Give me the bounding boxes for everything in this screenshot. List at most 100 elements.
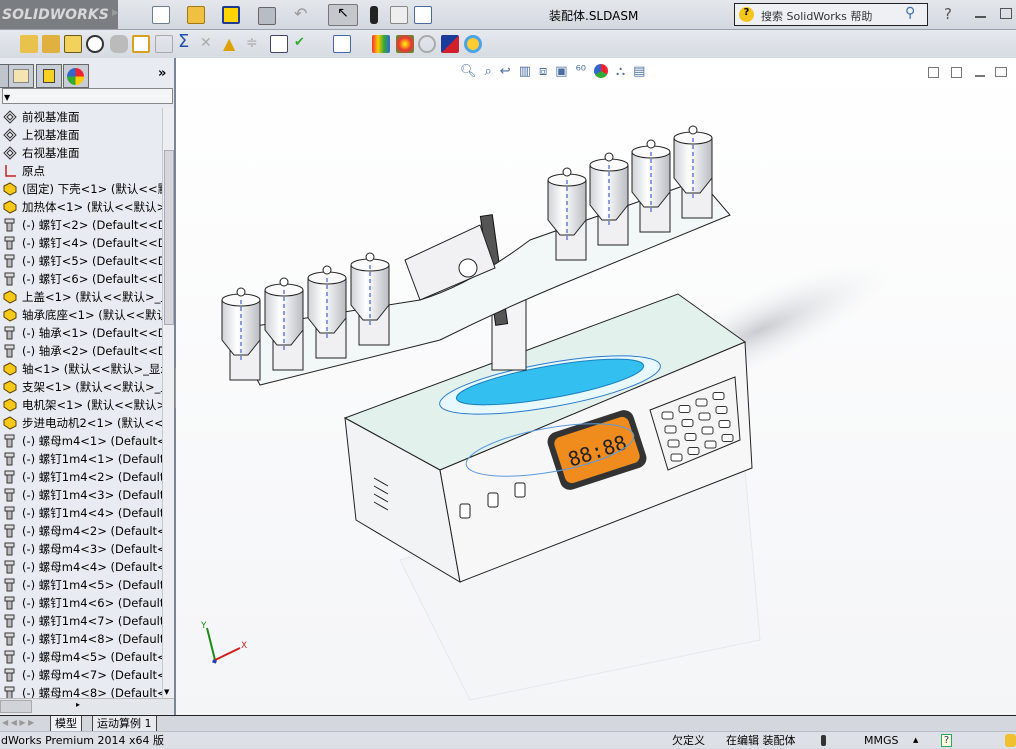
menu-expand-arrow-icon[interactable]: ▶: [112, 8, 119, 18]
zebra-icon[interactable]: [396, 35, 414, 53]
tab-property-manager[interactable]: [8, 64, 34, 88]
open-folder-icon[interactable]: [187, 6, 205, 24]
select-icon[interactable]: ↖: [328, 4, 358, 26]
help-search-box[interactable]: ? 搜索 SolidWorks 帮助 ⚲: [734, 3, 928, 26]
minimize-icon[interactable]: [975, 16, 986, 18]
tab-scroll-arrows-icon[interactable]: ◀ ◀ ▶ ▶: [2, 718, 34, 727]
check-icon[interactable]: [132, 35, 150, 53]
new-document-icon[interactable]: [152, 6, 170, 24]
tree-horizontal-scrollbar[interactable]: ▸: [0, 698, 174, 714]
tree-item[interactable]: (-) 轴承<2> (Default<<Default>_显示状态 1>): [0, 342, 162, 360]
mass-properties-icon[interactable]: [42, 35, 60, 53]
tab-motion-study-1[interactable]: 运动算例 1: [92, 716, 157, 732]
expand-panel-button[interactable]: »: [158, 66, 166, 81]
tree-item[interactable]: (-) 螺母m4<5> (Default<<Default>_显示状态 1>): [0, 648, 162, 666]
units-arrow-icon[interactable]: ▲: [913, 732, 918, 749]
help-menu-button[interactable]: ?: [944, 5, 952, 23]
maximize-icon[interactable]: [1000, 8, 1012, 19]
tree-item[interactable]: 原点: [0, 162, 162, 180]
performance-icon[interactable]: [110, 35, 128, 53]
tab-configuration-manager[interactable]: [36, 64, 62, 88]
tree-item[interactable]: 电机架<1> (默认<<默认>_显示状态 1>): [0, 396, 162, 414]
measure-icon[interactable]: [20, 35, 38, 53]
part-icon: [3, 362, 17, 376]
interference-icon[interactable]: ✕: [200, 35, 218, 53]
tree-vertical-scrollbar[interactable]: ▼: [162, 108, 174, 698]
tree-item[interactable]: 支架<1> (默认<<默认>_显示状态 1>): [0, 378, 162, 396]
tree-item[interactable]: 上盖<1> (默认<<默认>_显示状态 1>): [0, 288, 162, 306]
feature-manager-panel: » ▼ 前视基准面上视基准面右视基准面原点 (固定) 下壳<1> (默认<<默认>…: [0, 58, 176, 715]
solidworks-logo[interactable]: SOLIDWORKS: [0, 0, 118, 29]
rebuild-icon[interactable]: [222, 6, 240, 24]
options-icon[interactable]: [390, 6, 408, 24]
graphics-viewport[interactable]: 🔍︎ ⌕ ↩ ▥ ⧈ ▣ ⁶⁰ ⛬ ▤ 88:88 Y X: [176, 58, 1016, 715]
tree-item[interactable]: (-) 螺母m4<4> (Default<<Default>_显示状态 1>): [0, 558, 162, 576]
scrollbar-thumb[interactable]: [0, 700, 32, 713]
keypad-key: [695, 398, 708, 407]
section-properties-icon[interactable]: [64, 35, 82, 53]
tree-item[interactable]: (固定) 下壳<1> (默认<<默认>_显示状态 1>): [0, 180, 162, 198]
tree-item[interactable]: 轴承底座<1> (默认<<默认>_显示状态 1>): [0, 306, 162, 324]
scroll-down-arrow-icon[interactable]: ▼: [164, 688, 169, 696]
assembly-model[interactable]: 88:88 Y X: [176, 58, 1016, 715]
help-status-button[interactable]: ?: [941, 734, 952, 747]
sum-icon[interactable]: Σ: [178, 33, 196, 51]
tree-item[interactable]: 加热体<1> (默认<<默认>_显示状态 1>): [0, 198, 162, 216]
tree-item[interactable]: (-) 轴承<1> (Default<<Default>_显示状态 1>): [0, 324, 162, 342]
tree-item-label: (-) 螺钉1m4<6> (Default<<Default>_显示状态 1>): [22, 596, 162, 610]
tree-item[interactable]: 轴<1> (默认<<默认>_显示状态 1>): [0, 360, 162, 378]
tree-item[interactable]: (-) 螺钉1m4<1> (Default<<Default>_显示状态 1>): [0, 450, 162, 468]
tree-item[interactable]: (-) 螺母m4<7> (Default<<Default>_显示状态 1>): [0, 666, 162, 684]
tree-item[interactable]: (-) 螺钉1m4<4> (Default<<Default>_显示状态 1>): [0, 504, 162, 522]
screw-icon: [4, 578, 15, 592]
tree-item[interactable]: 前视基准面: [0, 108, 162, 126]
tab-model[interactable]: 模型: [50, 716, 82, 732]
units-button[interactable]: MMGS: [864, 732, 899, 749]
undo-icon[interactable]: ↶: [294, 6, 312, 24]
properties-icon[interactable]: [414, 6, 432, 24]
tree-item-label: 步进电动机2<1> (默认<<默认>_显示状态 1>): [22, 416, 162, 430]
screw-icon: [4, 236, 15, 250]
tree-item[interactable]: (-) 螺钉<5> (Default<<Default>_显示状态 1>): [0, 252, 162, 270]
screw-icon: [4, 560, 15, 574]
part-icon: [3, 416, 17, 430]
search-input[interactable]: 搜索 SolidWorks 帮助: [761, 8, 872, 24]
check-x-icon[interactable]: ✔: [294, 35, 312, 53]
tree-item[interactable]: (-) 螺钉1m4<6> (Default<<Default>_显示状态 1>): [0, 594, 162, 612]
notification-icon[interactable]: [1005, 734, 1016, 747]
product-name: dWorks Premium 2014 x64 版: [1, 734, 165, 747]
tree-item[interactable]: 步进电动机2<1> (默认<<默认>_显示状态 1>): [0, 414, 162, 432]
render-icon[interactable]: [464, 35, 482, 53]
check-circle-icon[interactable]: [418, 35, 436, 53]
tree-item[interactable]: (-) 螺钉1m4<7> (Default<<Default>_显示状态 1>): [0, 612, 162, 630]
tree-item[interactable]: (-) 螺钉<2> (Default<<Default>_显示状态 1>): [0, 216, 162, 234]
tab-display-manager[interactable]: [63, 64, 89, 88]
tree-item[interactable]: (-) 螺母m4<3> (Default<<Default>_显示状态 1>): [0, 540, 162, 558]
tree-item[interactable]: (-) 螺钉1m4<2> (Default<<Default>_显示状态 1>): [0, 468, 162, 486]
scrollbar-thumb[interactable]: [164, 150, 174, 325]
curvature-icon[interactable]: [372, 35, 390, 53]
tree-item[interactable]: (-) 螺钉1m4<3> (Default<<Default>_显示状态 1>): [0, 486, 162, 504]
search-icon[interactable]: ⚲: [905, 5, 915, 21]
appearance-icon[interactable]: [441, 35, 459, 53]
tree-item[interactable]: (-) 螺母m4<1> (Default<<Default>_显示状态 1>): [0, 432, 162, 450]
tree-item[interactable]: (-) 螺钉<6> (Default<<Default>_显示状态 1>): [0, 270, 162, 288]
tree-item[interactable]: 右视基准面: [0, 144, 162, 162]
tree-item[interactable]: (-) 螺母m4<2> (Default<<Default>_显示状态 1>): [0, 522, 162, 540]
tree-item[interactable]: (-) 螺钉1m4<8> (Default<<Default>_显示状态 1>): [0, 630, 162, 648]
table-icon[interactable]: [333, 35, 351, 53]
sensor-icon[interactable]: [86, 35, 104, 53]
warning-icon[interactable]: ▲: [223, 34, 241, 53]
print-icon[interactable]: [258, 7, 276, 25]
tree-item[interactable]: (-) 螺钉<4> (Default<<Default>_显示状态 1>): [0, 234, 162, 252]
traffic-light-icon[interactable]: [370, 6, 378, 24]
clearance-icon[interactable]: ≑: [246, 35, 264, 53]
tree-filter[interactable]: ▼: [2, 88, 173, 104]
scroll-right-arrow-icon[interactable]: ▸: [76, 700, 80, 709]
check-disabled-icon[interactable]: [155, 35, 173, 53]
tree-item-label: (-) 螺钉<2> (Default<<Default>_显示状态 1>): [22, 218, 162, 232]
tree-item[interactable]: (-) 螺母m4<8> (Default<<Default>_显示状态 1>): [0, 684, 162, 698]
tree-item[interactable]: (-) 螺钉1m4<5> (Default<<Default>_显示状态 1>): [0, 576, 162, 594]
compare-icon[interactable]: [270, 35, 288, 53]
tree-item[interactable]: 上视基准面: [0, 126, 162, 144]
